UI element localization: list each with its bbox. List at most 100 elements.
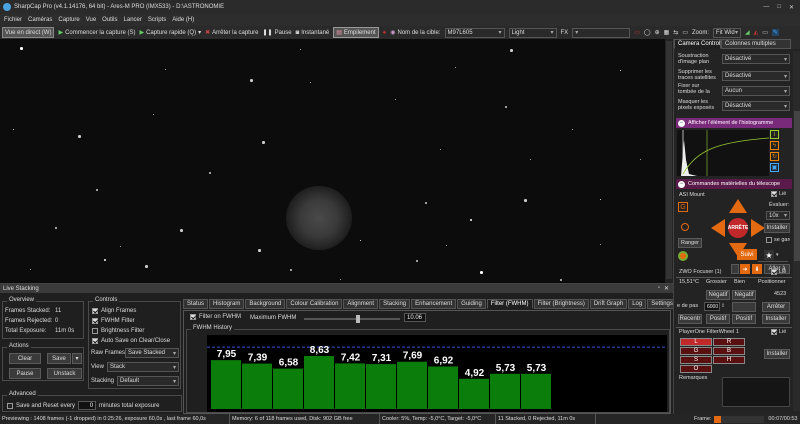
menu-capture[interactable]: Capture [58, 17, 79, 23]
rectangle-icon[interactable]: ▭ [634, 29, 640, 36]
tab-filter-brightness[interactable]: Filter (Brightness) [533, 299, 589, 309]
filter-o[interactable]: O [680, 365, 712, 373]
max-fwhm-input[interactable]: 10.06 [404, 313, 426, 322]
entry-button[interactable] [731, 264, 739, 274]
tab-alignment[interactable]: Alignment [343, 299, 379, 309]
filter-g[interactable]: G [680, 347, 712, 355]
coarse-negative-button[interactable]: Négatif [706, 290, 730, 300]
filter-wheel-linked-checkbox[interactable] [771, 329, 777, 335]
start-capture-button[interactable]: ▶ Commencer la capture (S) [58, 29, 135, 37]
park-button[interactable]: Ranger [678, 238, 702, 248]
circle-icon[interactable]: ◯ [644, 29, 651, 36]
tab-log[interactable]: Log [628, 299, 647, 309]
tab-guiding[interactable]: Guiding [457, 299, 486, 309]
focus-icon[interactable]: ▭ [762, 29, 768, 36]
menu-cameras[interactable]: Caméras [28, 17, 52, 23]
swap-icon[interactable]: ⇆ [673, 29, 678, 36]
recenter-button[interactable]: Recentr [678, 314, 702, 324]
raw-frames-select[interactable]: Save Stacked [125, 348, 179, 358]
quick-capture-button[interactable]: ▶ Capture rapide (Q) ▾ [139, 29, 201, 37]
maximize-icon[interactable]: □ [777, 4, 781, 11]
info-icon[interactable]: i [770, 130, 779, 139]
hide-pixels-select[interactable]: Désactivé [722, 101, 790, 111]
tab-background[interactable]: Background [245, 299, 286, 309]
fwhm-filter-checkbox[interactable] [92, 318, 98, 324]
refresh-icon[interactable]: ↻ [770, 152, 779, 161]
camera-view[interactable] [0, 39, 673, 283]
filter-r[interactable]: R [713, 338, 745, 346]
mini-histogram[interactable] [677, 130, 769, 176]
star-icon[interactable]: ★ [764, 250, 774, 260]
filter-s[interactable]: S [680, 356, 712, 364]
view-select[interactable]: Stack [107, 362, 179, 372]
filter-h[interactable]: H [713, 356, 745, 364]
close-panel-icon[interactable]: ✕ [664, 285, 669, 292]
tab-camera-control[interactable]: Camera Control [674, 39, 721, 49]
save-reset-checkbox[interactable] [7, 402, 13, 409]
align-frames-checkbox[interactable] [92, 308, 98, 314]
stacking-select[interactable]: Default [117, 376, 179, 386]
arrow-down-icon[interactable]: ⬇ [752, 264, 762, 274]
followed-button[interactable]: Suivi [737, 249, 757, 260]
filter-on-fwhm-checkbox[interactable] [190, 314, 196, 320]
install-filter-wheel-button[interactable]: Installer [764, 349, 790, 359]
remarks-input[interactable] [722, 377, 790, 407]
filter-l[interactable]: L [680, 338, 712, 346]
dock-icon[interactable]: ▫ [658, 285, 660, 292]
save-menu-chevron-icon[interactable]: ▾ [72, 353, 82, 364]
pause-stack-button[interactable]: Pause [9, 368, 41, 379]
spiral-icon[interactable]: G [678, 202, 688, 212]
reticle-icon[interactable]: ◭ [754, 29, 759, 36]
live-view-button[interactable]: Vue en direct (W) [2, 27, 55, 38]
vertical-scrollbar[interactable] [665, 39, 673, 283]
histogram-icon[interactable]: ◢ [745, 29, 750, 36]
brightness-filter-checkbox[interactable] [92, 328, 98, 334]
tab-drift-graph[interactable]: Drift Graph [589, 299, 628, 309]
target-ring-icon[interactable] [681, 223, 689, 231]
tab-stacking[interactable]: Stacking [379, 299, 411, 309]
panel-scrollbar[interactable] [793, 51, 800, 411]
east-arrow-icon[interactable] [751, 219, 765, 237]
step-spin-icon[interactable]: ⇕ [721, 303, 725, 309]
hardware-section-header[interactable]: − Commandes matérielles du télescope [676, 179, 792, 189]
tab-filter-fwhm[interactable]: Filter (FWHM) [486, 299, 533, 309]
snapshot-button[interactable]: ◙ Instantané [296, 30, 330, 36]
fix-sensor-select[interactable]: Aucun [722, 86, 790, 96]
lightning-icon[interactable]: ϟ [770, 141, 779, 150]
pause-button[interactable]: ❚❚ Pause [263, 29, 292, 37]
north-arrow-icon[interactable] [729, 199, 747, 213]
pin-icon[interactable]: ✎ [771, 29, 779, 36]
menu-lancer[interactable]: Lancer [124, 17, 142, 23]
clear-button[interactable]: Clear [9, 353, 41, 364]
fine-positive-button[interactable]: Positif [732, 314, 756, 324]
record-icon[interactable]: ● [383, 30, 387, 36]
step-input[interactable]: 6000 [704, 302, 720, 311]
fx-select[interactable] [572, 27, 631, 38]
auto-save-checkbox[interactable] [92, 338, 98, 344]
stop-focuser-button[interactable]: Arrêter [762, 302, 790, 312]
install-focuser-button[interactable]: Installer [762, 314, 790, 324]
slider-handle[interactable] [356, 315, 360, 323]
filter-b[interactable]: B [713, 347, 745, 355]
stack-button[interactable]: ▤ Empilement [333, 27, 379, 38]
zoom-select[interactable]: Fit Wid [713, 27, 741, 38]
west-arrow-icon[interactable] [711, 219, 725, 237]
menu-fichier[interactable]: Fichier [4, 17, 22, 23]
park-checkbox[interactable] [766, 237, 772, 243]
arrow-right-icon[interactable]: ➜ [740, 264, 750, 274]
max-fwhm-slider[interactable] [304, 315, 400, 323]
tab-colour-calibration[interactable]: Colour Calibration [286, 299, 343, 309]
close-icon[interactable]: ✕ [789, 4, 794, 11]
target-name-select[interactable]: M97L605 [444, 27, 505, 38]
menu-scripts[interactable]: Scripts [148, 17, 166, 23]
stop-capture-button[interactable]: ✖ Arrêter la capture [205, 29, 258, 37]
star-menu-chevron-icon[interactable]: ▾ [776, 252, 779, 258]
coarse-positive-button[interactable]: Positif [706, 314, 730, 324]
tab-multiple-columns[interactable]: Colonnes multiples [721, 39, 791, 49]
zoom-icon[interactable]: ▭ [682, 29, 688, 36]
mount-linked-checkbox[interactable] [771, 191, 777, 197]
menu-outils[interactable]: Outils [102, 17, 117, 23]
unstack-button[interactable]: Unstack [47, 368, 82, 379]
tab-histogram[interactable]: Histogram [209, 299, 245, 309]
dark-subtraction-select[interactable]: Désactivé [722, 54, 790, 64]
